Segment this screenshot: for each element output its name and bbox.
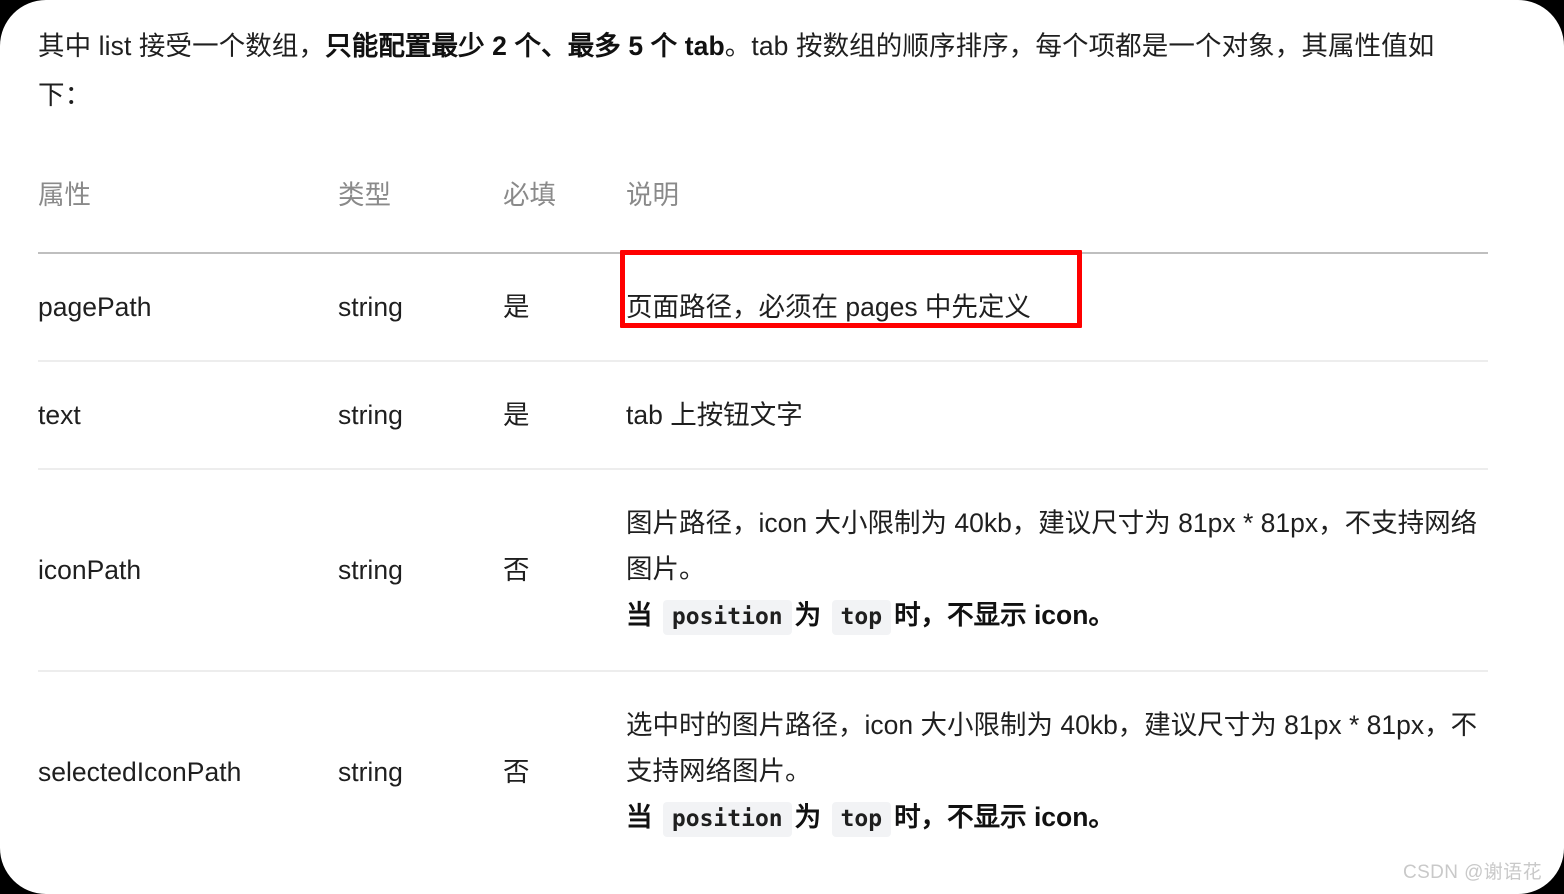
note-prefix: 当 (626, 802, 653, 832)
watermark: CSDN @谢语花 (1402, 862, 1542, 883)
document-content: 其中 list 接受一个数组，只能配置最少 2 个、最多 5 个 tab。tab… (0, 0, 1564, 872)
table-row: selectedIconPath string 否 选中时的图片路径，icon … (38, 671, 1488, 872)
intro-emphasis: 只能配置最少 2 个、最多 5 个 tab (325, 31, 725, 61)
cell-required: 否 (503, 469, 626, 672)
description-line: tab 上按钮文字 (626, 400, 803, 430)
description-line: 图片路径，icon 大小限制为 40kb，建议尺寸为 81px * 81px，不… (626, 508, 1478, 584)
code-top: top (831, 600, 892, 635)
cell-description: 图片路径，icon 大小限制为 40kb，建议尺寸为 81px * 81px，不… (626, 469, 1488, 672)
note-suffix: 时，不显示 icon。 (894, 600, 1115, 630)
cell-attribute: iconPath (38, 469, 338, 672)
cell-description: tab 上按钮文字 (626, 361, 1488, 470)
intro-paragraph: 其中 list 接受一个数组，只能配置最少 2 个、最多 5 个 tab。tab… (38, 22, 1468, 120)
column-header-type: 类型 (338, 173, 503, 254)
note-middle: 为 (794, 600, 822, 630)
description-line: 页面路径，必须在 pages 中先定义 (626, 292, 1031, 322)
note-suffix: 时，不显示 icon。 (894, 802, 1115, 832)
cell-attribute: pagePath (38, 253, 338, 362)
document-card: 其中 list 接受一个数组，只能配置最少 2 个、最多 5 个 tab。tab… (0, 0, 1564, 894)
cell-type: string (338, 361, 503, 470)
column-header-description: 说明 (626, 173, 1488, 254)
cell-required: 否 (503, 757, 530, 787)
description-line-note: 当 position 为 top 时，不显示 icon。 (626, 794, 1488, 842)
intro-text-part1: 其中 list 接受一个数组， (38, 31, 326, 61)
table-header: 属性 类型 必填 说明 (38, 173, 1488, 254)
table-row: text string 是 tab 上按钮文字 (38, 361, 1488, 470)
code-position: position (662, 600, 792, 635)
table-row: pagePath string 是 页面路径，必须在 pages 中先定义 (38, 253, 1488, 362)
note-middle: 为 (794, 802, 822, 832)
table-body: pagePath string 是 页面路径，必须在 pages 中先定义 te… (38, 253, 1488, 872)
code-position: position (662, 802, 792, 837)
cell-attribute: selectedIconPath (38, 757, 242, 787)
column-header-attribute: 属性 (38, 173, 338, 254)
cell-type: string (338, 469, 503, 672)
table-header-row: 属性 类型 必填 说明 (38, 173, 1488, 254)
cell-description: 选中时的图片路径，icon 大小限制为 40kb，建议尺寸为 81px * 81… (626, 671, 1488, 872)
description-line-note: 当 position 为 top 时，不显示 icon。 (626, 592, 1488, 640)
cell-required: 是 (503, 361, 626, 470)
cell-attribute: text (38, 361, 338, 470)
code-top: top (831, 802, 892, 837)
attribute-table: 属性 类型 必填 说明 pagePath string 是 页面路径，必须在 p… (38, 173, 1488, 872)
cell-type: string (338, 757, 403, 787)
cell-required: 是 (503, 253, 626, 362)
description-line: 选中时的图片路径，icon 大小限制为 40kb，建议尺寸为 81px * 81… (626, 710, 1478, 786)
note-prefix: 当 (626, 600, 653, 630)
cell-type: string (338, 253, 503, 362)
table-row: iconPath string 否 图片路径，icon 大小限制为 40kb，建… (38, 469, 1488, 672)
column-header-required: 必填 (503, 173, 626, 254)
cell-description: 页面路径，必须在 pages 中先定义 (626, 253, 1488, 362)
